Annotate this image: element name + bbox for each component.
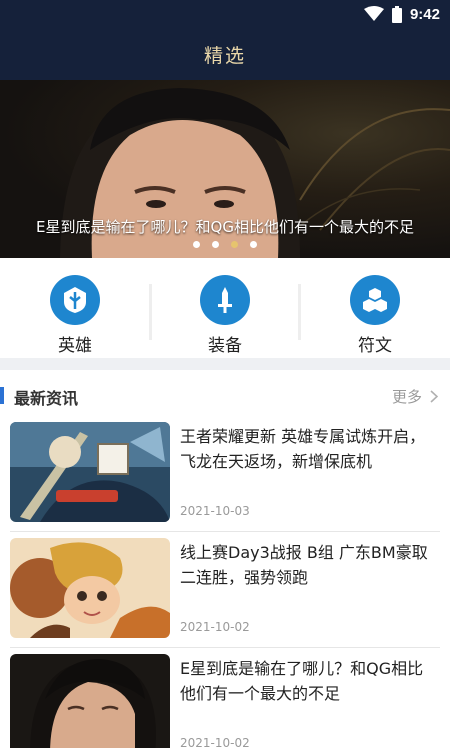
- divider: [149, 284, 152, 340]
- more-label: 更多: [391, 388, 422, 406]
- news-title: E星到底是输在了哪儿？和QG相比他们有一个最大的不足: [180, 659, 424, 703]
- news-title: 线上赛Day3战报 B组 广东BM豪取二连胜，强势领跑: [180, 543, 428, 587]
- player-portrait-image: [10, 654, 170, 748]
- news-date: 2021-10-03: [180, 504, 250, 518]
- divider: [10, 647, 440, 648]
- chevron-right-icon: [430, 390, 438, 403]
- carousel-dot[interactable]: [193, 241, 200, 248]
- game-character-image: [10, 538, 170, 638]
- section-title: 最新资讯: [14, 389, 79, 408]
- news-section-header: 最新资讯 更多: [0, 378, 450, 414]
- carousel-dot[interactable]: [250, 241, 257, 248]
- divider: [298, 284, 301, 340]
- category-label: 英雄: [58, 336, 92, 356]
- carousel-dots: [0, 241, 450, 248]
- divider: [10, 531, 440, 532]
- category-label: 装备: [208, 336, 242, 356]
- sword-icon: [200, 275, 250, 325]
- banner-caption: E星到底是输在了哪儿？和QG相比他们有一个最大的不足: [36, 218, 414, 236]
- category-heroes[interactable]: 英雄: [0, 258, 150, 358]
- app-header: 精选: [0, 28, 450, 80]
- game-art-image: [10, 422, 170, 522]
- cubes-icon: [350, 275, 400, 325]
- carousel-dot[interactable]: [212, 241, 219, 248]
- category-label: 符文: [358, 336, 392, 356]
- battery-icon: [391, 5, 402, 23]
- category-nav: 英雄 装备 符文: [0, 258, 450, 358]
- news-item[interactable]: 线上赛Day3战报 B组 广东BM豪取二连胜，强势领跑 2021-10-02: [10, 538, 440, 648]
- page-title: 精选: [203, 44, 246, 67]
- section-gap: [0, 358, 450, 370]
- category-runes[interactable]: 符文: [300, 258, 450, 358]
- news-thumbnail: [10, 422, 170, 522]
- carousel-dot-active[interactable]: [231, 241, 238, 248]
- status-indicators: 9:42: [363, 3, 440, 25]
- wifi-icon: [363, 6, 384, 21]
- news-date: 2021-10-02: [180, 736, 250, 748]
- news-date: 2021-10-02: [180, 620, 250, 634]
- hero-icon: [50, 275, 100, 325]
- banner-carousel[interactable]: E星到底是输在了哪儿？和QG相比他们有一个最大的不足: [0, 80, 450, 258]
- category-equipment[interactable]: 装备: [150, 258, 300, 358]
- section-accent-bar: [0, 387, 4, 404]
- status-time: 9:42: [409, 5, 440, 23]
- news-item[interactable]: 王者荣耀更新 英雄专属试炼开启，飞龙在天返场，新增保底机 2021-10-03: [10, 422, 440, 532]
- news-thumbnail: [10, 538, 170, 638]
- news-title: 王者荣耀更新 英雄专属试炼开启，飞龙在天返场，新增保底机: [180, 427, 426, 471]
- news-item[interactable]: E星到底是输在了哪儿？和QG相比他们有一个最大的不足 2021-10-02: [10, 654, 440, 748]
- news-thumbnail: [10, 654, 170, 748]
- status-bar: 9:42: [0, 0, 450, 28]
- more-link[interactable]: 更多: [392, 386, 438, 407]
